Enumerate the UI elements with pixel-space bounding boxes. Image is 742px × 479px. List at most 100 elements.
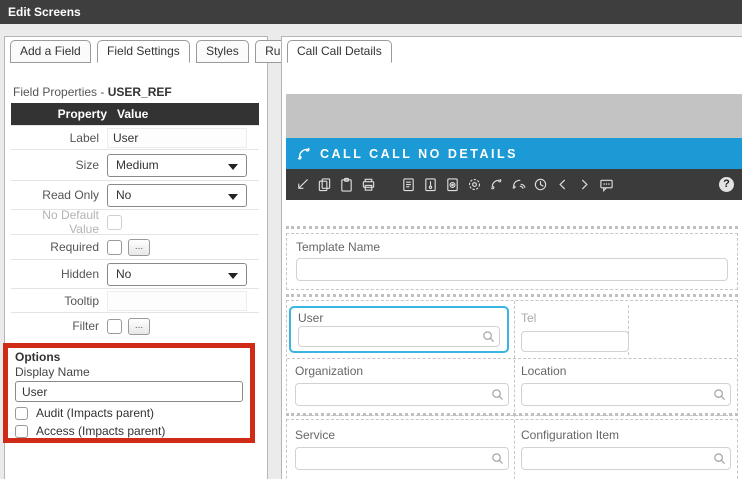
paste-icon[interactable] [339,177,354,192]
tooltip-input[interactable] [107,291,247,311]
search-icon[interactable] [713,388,726,401]
preview-toolbar: ? [286,169,742,200]
organization-input[interactable] [295,383,509,406]
history-icon[interactable] [533,177,548,192]
section-separator [286,226,738,229]
doc-notes-icon[interactable] [401,177,416,192]
audit-checkbox[interactable] [15,407,28,420]
no-default-checkbox[interactable] [107,215,122,230]
nav-right-icon[interactable] [577,177,592,192]
property-row-label: Label [11,125,259,149]
chevron-down-icon [228,273,238,279]
filter-checkbox[interactable] [107,319,122,334]
property-table-header: Property Value [11,103,259,125]
tab-styles[interactable]: Styles [196,40,249,63]
property-row-hidden: Hidden No [11,259,259,288]
phone-icon [296,146,312,162]
audit-label: Audit (Impacts parent) [36,406,154,420]
comment-icon[interactable] [599,177,614,192]
property-row-size: Size Medium [11,149,259,180]
gear-icon[interactable] [467,177,482,192]
size-select-value: Medium [116,158,159,172]
help-icon[interactable]: ? [719,177,734,192]
tel-field: Tel [521,311,629,352]
property-table: Property Value Label Size Medium Read On… [11,103,259,339]
tab-field-settings[interactable]: Field Settings [97,40,190,63]
label-input[interactable] [107,128,247,148]
property-row-filter: Filter ... [11,312,259,339]
hidden-select[interactable]: No [107,263,247,286]
service-field: Service [295,428,509,470]
field-editor-panel: Add a Field Field Settings Styles Rules … [4,36,268,479]
user-field-selected[interactable]: User [289,306,509,353]
header-value: Value [107,107,148,121]
filter-row-name: Filter [11,319,107,333]
configuration-item-label: Configuration Item [521,428,731,442]
required-row-name: Required [11,240,107,254]
filter-ellipsis-button[interactable]: ... [128,318,150,335]
editor-tabstrip: Add a Field Field Settings Styles Rules [10,40,309,63]
service-input[interactable] [295,447,509,470]
call-banner-title: CALL CALL NO DETAILS [320,147,518,161]
phone-icon[interactable] [489,177,504,192]
search-icon[interactable] [491,452,504,465]
read-only-select-value: No [116,188,131,202]
search-icon[interactable] [482,330,495,343]
nav-left-icon[interactable] [555,177,570,192]
property-row-no-default-value: No Default Value [11,209,259,234]
collapse-arrow-icon[interactable] [295,177,310,192]
location-label: Location [521,364,731,378]
hidden-row-name: Hidden [11,267,107,281]
customer-section: User Tel Organization Location [286,300,738,416]
tel-label: Tel [521,311,629,325]
options-highlight-box: Options Display Name Audit (Impacts pare… [3,343,255,443]
screen-preview-panel: Call Call Details CALL CALL NO DETAILS [281,36,742,479]
search-icon[interactable] [491,388,504,401]
user-input[interactable] [298,326,500,347]
template-name-label: Template Name [296,240,728,254]
location-input[interactable] [521,383,731,406]
display-name-input[interactable] [15,381,243,402]
required-checkbox[interactable] [107,240,122,255]
property-row-tooltip: Tooltip [11,288,259,312]
size-row-name: Size [11,158,107,172]
section-separator [286,413,738,416]
required-ellipsis-button[interactable]: ... [128,239,150,256]
property-row-read-only: Read Only No [11,180,259,209]
phone-waves-icon[interactable] [511,177,526,192]
options-title: Options [15,350,243,364]
configuration-item-field: Configuration Item [521,428,731,470]
property-row-required: Required ... [11,234,259,259]
access-checkbox[interactable] [15,425,28,438]
template-section: Template Name [286,233,738,290]
no-default-row-name: No Default Value [11,208,107,236]
tab-call-call-details[interactable]: Call Call Details [287,40,392,63]
doc-pin-icon[interactable] [423,177,438,192]
call-banner: CALL CALL NO DETAILS [286,138,742,169]
user-label: User [298,311,500,325]
header-property: Property [11,107,107,121]
field-properties-heading: Field Properties - USER_REF [13,85,172,99]
display-name-label: Display Name [15,365,243,379]
location-field: Location [521,364,731,406]
chevron-down-icon [228,194,238,200]
tab-add-a-field[interactable]: Add a Field [10,40,91,63]
read-only-select[interactable]: No [107,184,247,207]
doc-settings-icon[interactable] [445,177,460,192]
organization-label: Organization [295,364,509,378]
access-label: Access (Impacts parent) [36,424,165,438]
column-divider [514,420,515,479]
print-icon[interactable] [361,177,376,192]
search-icon[interactable] [713,452,726,465]
service-label: Service [295,428,509,442]
service-section: Service Configuration Item [286,419,738,479]
read-only-row-name: Read Only [11,188,107,202]
field-properties-fieldname: USER_REF [108,85,172,99]
template-name-input[interactable] [296,258,728,281]
app-title: Edit Screens [0,0,81,24]
tel-input[interactable] [521,331,629,352]
copy-icon[interactable] [317,177,332,192]
configuration-item-input[interactable] [521,447,731,470]
app-titlebar: Edit Screens [0,0,742,24]
size-select[interactable]: Medium [107,154,247,177]
